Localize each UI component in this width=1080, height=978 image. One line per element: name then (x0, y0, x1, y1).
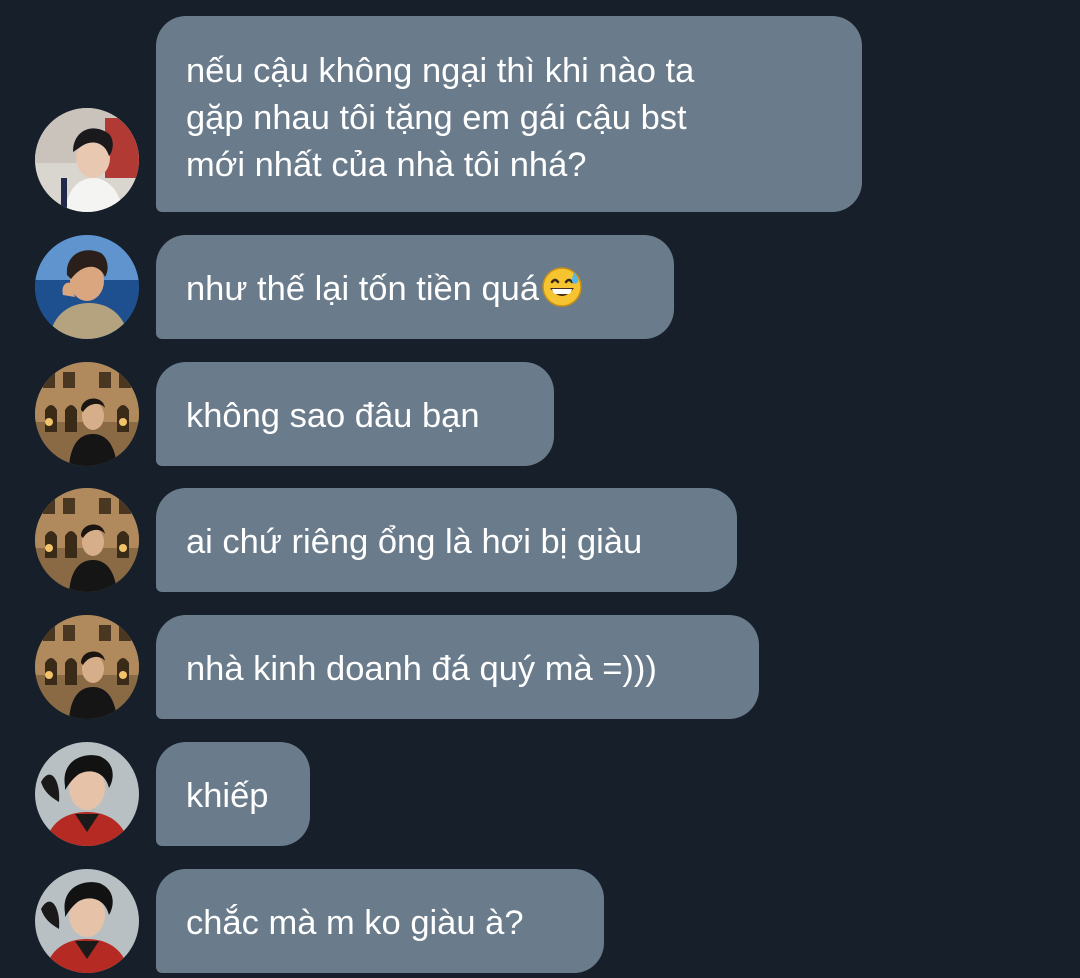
message-text: ai chứ riêng ổng là hơi bị giàu (186, 522, 643, 561)
message-row: khiếp (0, 742, 1080, 846)
avatar[interactable] (35, 235, 139, 339)
message-row: không sao đâu bạn (0, 362, 1080, 466)
avatar-man-red-jacket-image (35, 742, 139, 846)
message-text: khiếp (186, 776, 269, 815)
avatar[interactable] (35, 362, 139, 466)
message-line: mới nhất của nhà tôi nhá? (186, 146, 587, 184)
avatar[interactable] (35, 615, 139, 719)
message-row: nếu cậu không ngại thì khi nào ta gặp nh… (0, 16, 1080, 212)
message-bubble[interactable]: chắc mà m ko giàu à? (156, 869, 604, 973)
avatar-man-in-front-of-building-image (35, 362, 139, 466)
avatar-man-in-front-of-building-image (35, 615, 139, 719)
avatar[interactable] (35, 488, 139, 592)
avatar-man-in-front-of-building-image (35, 488, 139, 592)
message-bubble[interactable]: ai chứ riêng ổng là hơi bị giàu (156, 488, 737, 592)
message-row: chắc mà m ko giàu à? (0, 869, 1080, 973)
message-text: chắc mà m ko giàu à? (186, 903, 524, 942)
avatar[interactable] (35, 742, 139, 846)
message-text: nhà kinh doanh đá quý mà =))) (186, 649, 657, 688)
message-line: gặp nhau tôi tặng em gái cậu bst (186, 99, 687, 137)
message-bubble[interactable]: nhà kinh doanh đá quý mà =))) (156, 615, 759, 719)
message-text: như thế lại tốn tiền quá (186, 269, 540, 308)
message-row: như thế lại tốn tiền quá (0, 235, 1080, 339)
avatar[interactable] (35, 108, 139, 212)
avatar-man-by-sea-image (35, 235, 139, 339)
message-bubble[interactable]: như thế lại tốn tiền quá (156, 235, 674, 339)
chat-thread: nếu cậu không ngại thì khi nào ta gặp nh… (0, 0, 1080, 978)
message-text: không sao đâu bạn (186, 396, 480, 435)
message-bubble[interactable]: khiếp (156, 742, 310, 846)
avatar-man-red-jacket-image (35, 869, 139, 973)
message-line: nếu cậu không ngại thì khi nào ta (186, 52, 695, 90)
avatar[interactable] (35, 869, 139, 973)
message-bubble[interactable]: nếu cậu không ngại thì khi nào ta gặp nh… (156, 16, 862, 212)
avatar-young-man-white-shirt-image (35, 108, 139, 212)
message-row: ai chứ riêng ổng là hơi bị giàu (0, 488, 1080, 592)
message-bubble[interactable]: không sao đâu bạn (156, 362, 554, 466)
grinning-sweat-emoji-icon (541, 266, 583, 308)
message-row: nhà kinh doanh đá quý mà =))) (0, 615, 1080, 719)
